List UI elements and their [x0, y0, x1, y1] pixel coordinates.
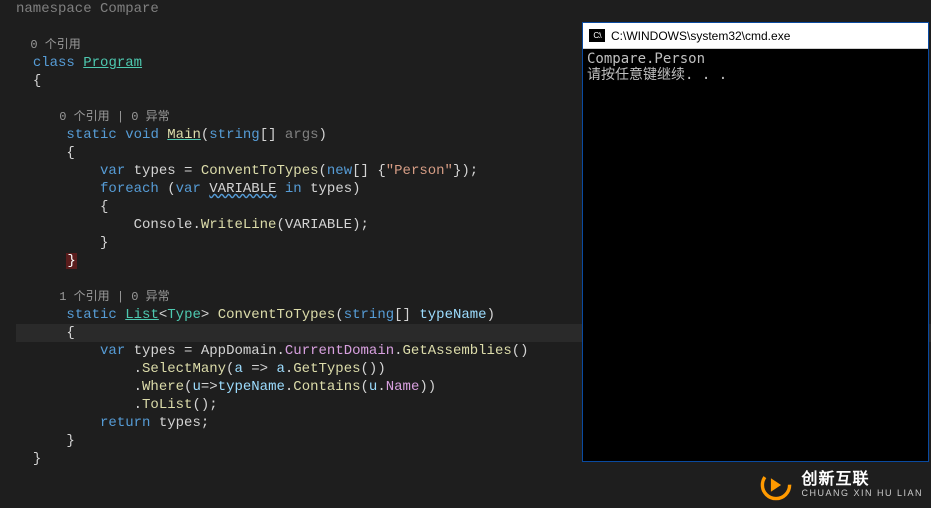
cmd-icon: C:\ — [589, 29, 605, 42]
cmd-title: C:\WINDOWS\system32\cmd.exe — [611, 27, 790, 45]
brand-logo: 创新互联 CHUANG XIN HU LIAN — [759, 468, 923, 502]
logo-icon — [759, 468, 793, 502]
namespace-line: namespace Compare — [16, 0, 931, 18]
logo-text-cn: 创新互联 — [801, 471, 923, 489]
class-name: Program — [83, 55, 142, 71]
cmd-output[interactable]: Compare.Person 请按任意键继续. . . — [583, 49, 928, 461]
cmd-titlebar[interactable]: C:\ C:\WINDOWS\system32\cmd.exe — [583, 23, 928, 49]
cmd-line-2: 请按任意键继续. . . — [587, 67, 727, 83]
logo-text-en: CHUANG XIN HU LIAN — [801, 489, 923, 499]
cmd-window[interactable]: C:\ C:\WINDOWS\system32\cmd.exe Compare.… — [582, 22, 929, 462]
cmd-line-1: Compare.Person — [587, 51, 705, 67]
